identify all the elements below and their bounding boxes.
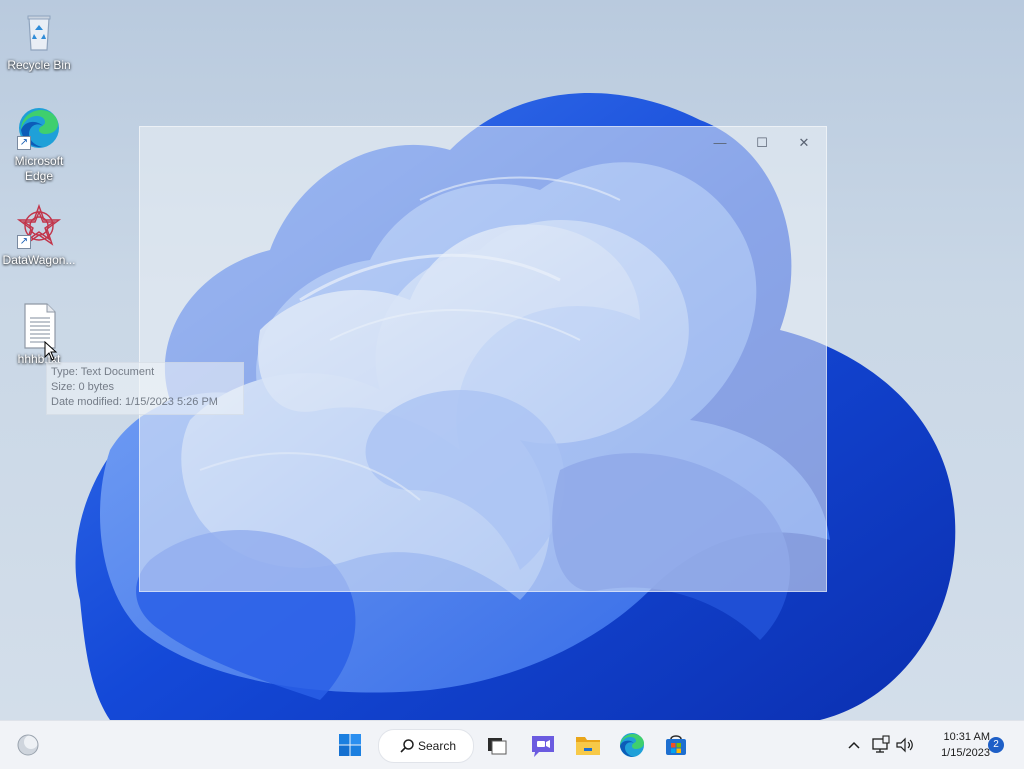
chevron-up-icon	[848, 741, 860, 749]
close-button[interactable]: ✕	[784, 131, 824, 155]
desktop-icon-text-file[interactable]: hhhb.txt	[1, 302, 77, 367]
windows-start-icon	[339, 734, 361, 756]
recycle-bin-icon	[15, 8, 63, 56]
shortcut-arrow-icon: ↗	[17, 235, 31, 249]
file-info-tooltip: Type: Text Document Size: 0 bytes Date m…	[46, 362, 244, 415]
taskbar-task-view[interactable]	[478, 727, 514, 763]
shortcut-arrow-icon: ↗	[17, 136, 31, 150]
minimize-button[interactable]: —	[700, 131, 740, 155]
mouse-pointer-icon	[44, 341, 58, 361]
clock-time: 10:31 AM	[943, 731, 990, 743]
taskbar: Search 10:31 AM 1/15/2023 2	[0, 720, 1024, 769]
tray-overflow-button[interactable]	[844, 733, 864, 757]
tooltip-type: Type: Text Document	[51, 366, 155, 378]
teams-chat-icon	[532, 736, 554, 757]
taskbar-store[interactable]	[658, 727, 694, 763]
weather-widget-icon	[17, 734, 39, 756]
maximize-button[interactable]: ☐	[742, 131, 782, 155]
clock-date: 1/15/2023	[941, 747, 990, 759]
desktop-icon-recycle-bin[interactable]: Recycle Bin	[1, 8, 77, 73]
notification-badge[interactable]: 2	[988, 737, 1004, 753]
task-view-icon	[488, 738, 507, 755]
tray-network-volume[interactable]	[870, 733, 916, 757]
taskbar-file-explorer[interactable]	[570, 727, 606, 763]
edge-icon: ↗	[15, 104, 63, 152]
desktop-icon-microsoft-edge[interactable]: ↗ Microsoft Edge	[1, 104, 77, 184]
taskbar-teams-chat[interactable]	[525, 727, 561, 763]
search-label: Search	[418, 739, 457, 753]
taskbar-edge[interactable]	[614, 727, 650, 763]
datawagon-icon: ↗	[15, 203, 63, 251]
search-button[interactable]: Search	[378, 729, 474, 763]
widgets-button[interactable]	[10, 727, 46, 763]
ghost-window[interactable]: — ☐ ✕	[139, 126, 827, 592]
file-explorer-icon	[576, 737, 600, 755]
desktop-icon-label: DataWagon...	[2, 253, 76, 267]
desktop-icon-datawagon[interactable]: ↗ DataWagon...	[1, 203, 77, 268]
desktop-icon-label: Edge	[24, 169, 54, 183]
desktop-icon-label: Microsoft	[14, 154, 64, 168]
tray-clock[interactable]: 10:31 AM 1/15/2023	[920, 729, 990, 761]
volume-icon	[896, 737, 913, 753]
tooltip-size: Size: 0 bytes	[51, 381, 114, 393]
edge-icon	[620, 733, 644, 757]
desktop-icon-label: Recycle Bin	[7, 58, 71, 72]
network-icon	[872, 735, 890, 753]
tooltip-date: Date modified: 1/15/2023 5:26 PM	[51, 396, 218, 408]
desktop[interactable]: Recycle Bin ↗ Microsoft Edge ↗ DataWagon…	[0, 0, 1024, 720]
start-button[interactable]	[332, 727, 368, 763]
search-icon	[400, 739, 414, 753]
store-icon	[666, 735, 686, 755]
